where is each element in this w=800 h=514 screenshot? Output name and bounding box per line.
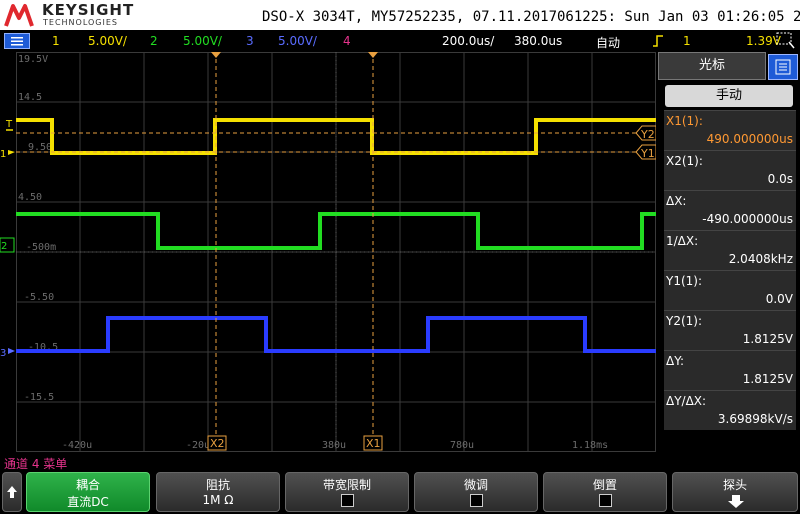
- y-label-8: -15.5: [24, 392, 54, 403]
- readout-y2-label: Y2(1):: [666, 314, 703, 328]
- readout-x2[interactable]: X2(1): 0.0s: [664, 150, 796, 190]
- bw-limit-softkey[interactable]: 带宽限制: [285, 472, 409, 512]
- channel-status-bar: 1 5.00V/ 2 5.00V/ 3 5.00V/ 4 200.0us/ 38…: [0, 30, 800, 52]
- main-menu-button[interactable]: [4, 33, 30, 49]
- menu-title: 通道 4 菜单: [4, 457, 68, 471]
- readout-inv-dx-label: 1/ΔX:: [666, 234, 699, 248]
- down-arrow-icon: [728, 495, 744, 508]
- coupling-softkey[interactable]: 耦合 直流DC: [26, 472, 150, 512]
- x-label-2: -20u: [186, 440, 210, 451]
- readout-y2[interactable]: Y2(1): 1.8125V: [664, 310, 796, 350]
- readout-x2-label: X2(1):: [666, 154, 703, 168]
- readout-dx-value: -490.000000us: [702, 212, 793, 226]
- ch1-number[interactable]: 1: [52, 34, 60, 48]
- readout-x1-label: X1(1):: [666, 114, 703, 128]
- y1-label: Y1: [640, 147, 655, 160]
- readout-dy-value: 1.8125V: [742, 372, 793, 386]
- y-label-4: 4.50: [18, 192, 42, 203]
- probe-softkey[interactable]: 探头: [672, 472, 798, 512]
- x2-cursor-tag[interactable]: X2: [207, 435, 227, 451]
- y-label-1: 19.5V: [18, 54, 48, 65]
- invert-softkey[interactable]: 倒置: [543, 472, 667, 512]
- up-arrow-icon: [7, 486, 17, 498]
- readout-y2-value: 1.8125V: [742, 332, 793, 346]
- menu-icon: [11, 37, 23, 46]
- readout-dy: ΔY: 1.8125V: [664, 350, 796, 390]
- x-label-1: -420u: [62, 440, 92, 451]
- readout-y1-label: Y1(1):: [666, 274, 703, 288]
- x-label-4: 780u: [450, 440, 474, 451]
- keysight-logo-icon: [4, 4, 34, 27]
- coupling-value: 直流DC: [67, 495, 109, 509]
- softkey-bar: 耦合 直流DC 阻抗 1M Ω 带宽限制 微调 倒置 探头: [0, 472, 800, 512]
- cursor-mode-button[interactable]: 手动: [665, 85, 793, 107]
- y-label-2: 14.5: [18, 92, 42, 103]
- panel-list-icon: [775, 59, 791, 75]
- ch3-scale[interactable]: 5.00V/: [278, 34, 317, 48]
- readout-x1[interactable]: X1(1): 490.000000us: [664, 110, 796, 150]
- trigger-level-marker[interactable]: T: [5, 119, 13, 130]
- readout-y1-value: 0.0V: [765, 292, 793, 306]
- y-label-5: -500m: [26, 242, 56, 253]
- ch1-ground-marker[interactable]: 1: [0, 149, 6, 160]
- trigger-mode[interactable]: 自动: [596, 34, 620, 51]
- coupling-label: 耦合: [75, 478, 100, 492]
- readout-dx: ΔX: -490.000000us: [664, 190, 796, 230]
- probe-label: 探头: [722, 478, 747, 492]
- readout-y1[interactable]: Y1(1): 0.0V: [664, 270, 796, 310]
- readout-inv-dx-value: 2.0408kHz: [728, 252, 793, 266]
- invert-checkbox[interactable]: [599, 494, 612, 507]
- ch3-number[interactable]: 3: [246, 34, 254, 48]
- ch1-scale[interactable]: 5.00V/: [88, 34, 127, 48]
- x-label-5: 1.18ms: [572, 440, 608, 451]
- x-label-3: 380u: [322, 440, 346, 451]
- cursor-tab[interactable]: 光标: [658, 52, 766, 80]
- zoom-icon[interactable]: [776, 32, 796, 50]
- impedance-value: 1M Ω: [202, 493, 234, 507]
- readout-inv-dx: 1/ΔX: 2.0408kHz: [664, 230, 796, 270]
- impedance-label: 阻抗: [205, 478, 230, 492]
- waveform-display[interactable]: 19.5V 14.5 9.50 4.50 -500m -5.50 -10.5 -…: [16, 52, 656, 452]
- ch2-number[interactable]: 2: [150, 34, 158, 48]
- y-label-3: 9.50: [28, 142, 52, 153]
- invert-label: 倒置: [592, 478, 617, 492]
- y2-label: Y2: [640, 128, 655, 141]
- readout-dy-dx: ΔY/ΔX: 3.69898kV/s: [664, 390, 796, 430]
- fine-label: 微调: [463, 478, 488, 492]
- delay-value[interactable]: 380.0us: [514, 34, 562, 48]
- instrument-info: DSO-X 3034T, MY57252235, 07.11.201706122…: [262, 9, 800, 25]
- readout-dy-dx-value: 3.69898kV/s: [717, 412, 793, 426]
- fine-checkbox[interactable]: [470, 494, 483, 507]
- readout-dx-label: ΔX:: [666, 194, 687, 208]
- trigger-edge-icon: [653, 35, 663, 47]
- readout-x1-value: 490.000000us: [706, 132, 793, 146]
- left-markers: T 1 2 3: [0, 119, 15, 359]
- ch4-number[interactable]: 4: [343, 34, 351, 48]
- brand-subtitle: TECHNOLOGIES: [43, 18, 118, 27]
- trigger-source[interactable]: 1: [683, 34, 691, 48]
- cursor-panel: 光标 手动 X1(1): 490.000000us X2(1): 0.0s ΔX…: [658, 52, 800, 452]
- readout-dy-dx-label: ΔY/ΔX:: [666, 394, 707, 408]
- ch2-scale[interactable]: 5.00V/: [183, 34, 222, 48]
- menu-back-button[interactable]: [2, 472, 22, 512]
- bw-limit-label: 带宽限制: [322, 478, 371, 492]
- timebase-value[interactable]: 200.0us/: [442, 34, 494, 48]
- readout-dy-label: ΔY:: [666, 354, 684, 368]
- y-label-6: -5.50: [24, 292, 54, 303]
- ch2-ground-marker[interactable]: 2: [1, 241, 7, 252]
- impedance-softkey[interactable]: 阻抗 1M Ω: [156, 472, 280, 512]
- x1-label: X1: [366, 437, 381, 450]
- fine-softkey[interactable]: 微调: [414, 472, 538, 512]
- ch3-ground-marker[interactable]: 3: [0, 348, 6, 359]
- brand-name: KEYSIGHT: [42, 1, 135, 19]
- bw-limit-checkbox[interactable]: [341, 494, 354, 507]
- panel-menu-button[interactable]: [768, 54, 798, 80]
- x1-cursor-tag[interactable]: X1: [363, 435, 383, 451]
- title-bar: KEYSIGHT TECHNOLOGIES DSO-X 3034T, MY572…: [0, 0, 800, 30]
- readout-x2-value: 0.0s: [767, 172, 793, 186]
- x2-label: X2: [210, 437, 225, 450]
